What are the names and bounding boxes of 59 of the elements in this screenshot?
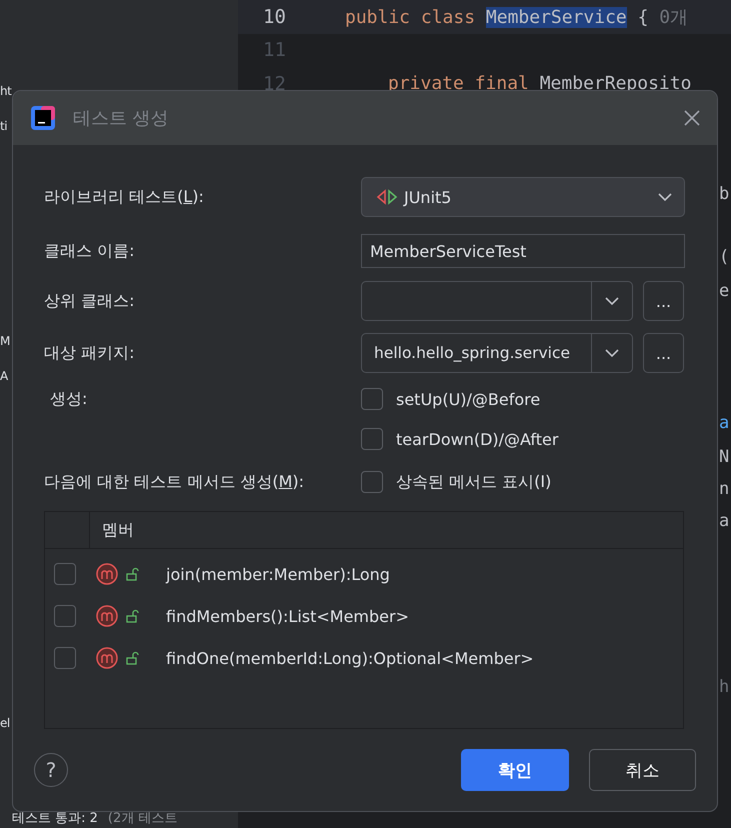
code-fragment: a [719,511,730,531]
browse-button[interactable]: ... [643,281,684,322]
checkbox[interactable] [361,428,383,450]
chevron-down-icon [605,296,619,306]
combo-field[interactable]: hello.hello_spring.service [361,333,633,374]
method-icon [96,563,118,586]
field-label: 상위 클래스: [44,290,136,312]
field-label: 대상 패키지: [44,342,136,364]
app-logo-icon [31,106,55,130]
unlocked-icon [126,567,140,582]
panel-text: A [0,369,8,383]
column-header: 멤버 [89,512,683,548]
method-icon [96,605,118,628]
code-fragment: N [719,447,730,467]
checkbox-label: tearDown(D)/@After [396,430,558,449]
chevron-down-icon [605,348,619,358]
field-label: 라이브러리 테스트(L): [44,186,205,208]
code-fragment: n [719,479,730,499]
field-label: 다음에 대한 테스트 메서드 생성(M): [44,472,306,493]
code-fragment: b [719,184,730,204]
code-fragment: ( [719,247,730,267]
browse-button[interactable]: ... [643,333,684,374]
method-icon [96,647,118,670]
panel-text: ti [0,119,8,133]
class-name-field[interactable]: MemberServiceTest [361,234,685,268]
checkbox[interactable] [361,388,383,410]
library-dropdown[interactable]: JUnit5 [361,177,685,218]
help-button[interactable]: ? [34,753,68,788]
code-fragment: h [719,677,730,697]
code-line: public class MemberService { 0개 [344,6,688,29]
checkbox[interactable] [54,563,76,586]
checkbox[interactable] [361,471,383,494]
panel-text: el [0,716,10,730]
method-signature[interactable]: findOne(memberId:Long):Optional<Member> [166,648,534,668]
code-fragment: e [719,281,730,301]
status-detail: (2개 테스트 [108,811,178,827]
cancel-button[interactable]: 취소 [589,749,696,792]
panel-text: M [0,334,10,348]
close-icon[interactable] [683,109,701,128]
field-label: 클래스 이름: [44,240,136,262]
checkbox[interactable] [54,647,76,670]
unlocked-icon [126,609,140,624]
dialog-title: 테스트 생성 [73,107,170,130]
chevron-down-icon [658,192,672,202]
combo-field[interactable] [361,281,633,322]
unlocked-icon [126,651,140,666]
code-fragment: a [719,413,730,433]
checkbox[interactable] [54,605,76,628]
field-label: 생성: [49,388,88,410]
junit-icon [376,189,398,206]
line-number: 10 [262,6,287,28]
checkbox-label: 상속된 메서드 표시(I) [396,472,552,493]
method-signature[interactable]: findMembers():List<Member> [166,606,409,626]
panel-text: ht [0,84,12,98]
code-line: private final MemberReposito [387,73,692,94]
status-text: 테스트 통과: 2 [12,811,98,827]
ok-button[interactable]: 확인 [461,749,569,792]
checkbox-label: setUp(U)/@Before [396,390,540,409]
method-signature[interactable]: join(member:Member):Long [166,564,390,584]
